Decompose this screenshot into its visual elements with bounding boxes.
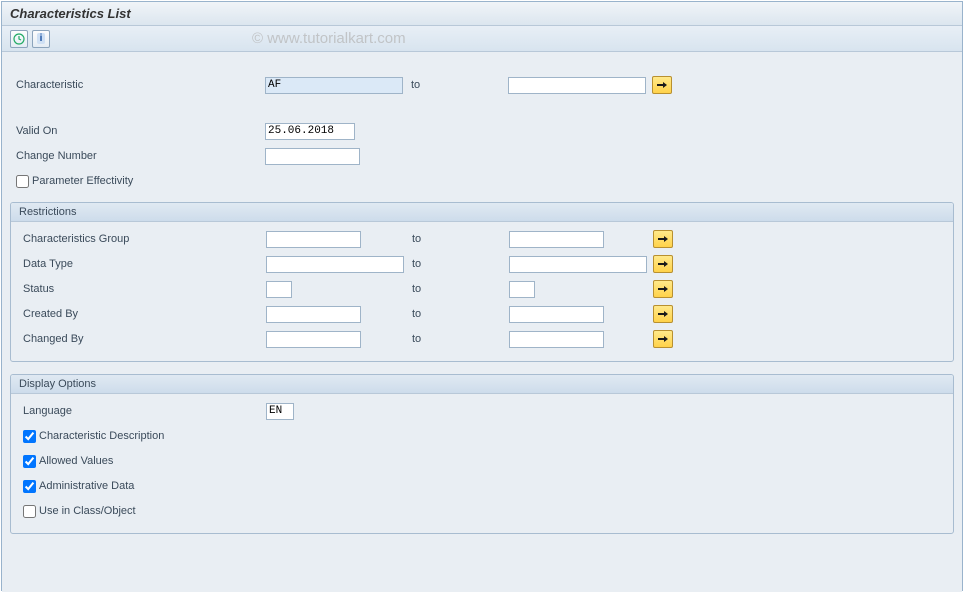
- title-bar: Characteristics List: [2, 2, 962, 26]
- parameter-effectivity-checkbox[interactable]: [16, 175, 29, 188]
- change-number-input[interactable]: [265, 148, 360, 165]
- restriction-from-input[interactable]: [266, 256, 404, 273]
- restriction-label: Data Type: [17, 256, 266, 272]
- restriction-multi-button[interactable]: [653, 255, 673, 273]
- restriction-label: Created By: [17, 306, 266, 322]
- display-option-label: Administrative Data: [39, 480, 134, 492]
- parameter-effectivity-cell: Parameter Effectivity: [10, 173, 265, 190]
- to-label: to: [403, 79, 508, 91]
- restrictions-group: Restrictions Characteristics GrouptoData…: [10, 202, 954, 362]
- display-option-cell: Allowed Values: [17, 453, 266, 470]
- restriction-from-input[interactable]: [266, 231, 361, 248]
- arrow-right-icon: [658, 235, 668, 243]
- parameter-effectivity-label: Parameter Effectivity: [32, 175, 133, 187]
- display-options-header: Display Options: [11, 375, 953, 394]
- label-valid-on: Valid On: [10, 123, 265, 139]
- clock-execute-icon: [13, 33, 25, 45]
- restriction-from-input[interactable]: [266, 281, 292, 298]
- execute-button[interactable]: [10, 30, 28, 48]
- restriction-label: Characteristics Group: [17, 231, 266, 247]
- row-language: Language: [17, 400, 947, 422]
- characteristic-to-input[interactable]: [508, 77, 646, 94]
- restriction-multi-button[interactable]: [653, 330, 673, 348]
- page-title: Characteristics List: [10, 6, 954, 21]
- restriction-to-input[interactable]: [509, 306, 604, 323]
- restriction-row: Changed By to: [17, 328, 947, 350]
- display-option-row: Characteristic Description: [17, 425, 947, 447]
- arrow-right-icon: [658, 310, 668, 318]
- selection-screen: Characteristic to Valid On Change Number…: [2, 52, 962, 592]
- display-option-label: Allowed Values: [39, 455, 113, 467]
- characteristic-from-input[interactable]: [265, 77, 403, 94]
- restriction-row: Characteristics Group to: [17, 228, 947, 250]
- restriction-row: Created By to: [17, 303, 947, 325]
- restriction-to-input[interactable]: [509, 256, 647, 273]
- restriction-from-input[interactable]: [266, 306, 361, 323]
- arrow-right-icon: [658, 260, 668, 268]
- toolbar: i © www.tutorialkart.com: [2, 26, 962, 52]
- arrow-right-icon: [658, 335, 668, 343]
- restriction-to-input[interactable]: [509, 231, 604, 248]
- characteristic-multi-button[interactable]: [652, 76, 672, 94]
- info-button[interactable]: i: [32, 30, 50, 48]
- row-change-number: Change Number: [10, 145, 954, 167]
- restriction-row: Status to: [17, 278, 947, 300]
- display-checkbox-list: Characteristic Description Allowed Values…: [17, 425, 947, 522]
- to-label: to: [404, 233, 509, 245]
- label-change-number: Change Number: [10, 148, 265, 164]
- restrictions-header: Restrictions: [11, 203, 953, 222]
- display-option-cell: Administrative Data: [17, 478, 266, 495]
- display-option-label: Characteristic Description: [39, 430, 164, 442]
- restriction-label: Changed By: [17, 331, 266, 347]
- restriction-multi-button[interactable]: [653, 230, 673, 248]
- restriction-to-input[interactable]: [509, 331, 604, 348]
- to-label: to: [404, 283, 509, 295]
- restriction-multi-button[interactable]: [653, 305, 673, 323]
- info-icon: i: [37, 33, 46, 44]
- valid-on-input[interactable]: [265, 123, 355, 140]
- app-window: Characteristics List i © www.tutorialkar…: [1, 1, 963, 591]
- to-label: to: [404, 333, 509, 345]
- display-option-cell: Characteristic Description: [17, 428, 266, 445]
- display-options-group: Display Options Language Characteristic …: [10, 374, 954, 534]
- row-parameter-effectivity: Parameter Effectivity: [10, 170, 954, 192]
- display-option-checkbox[interactable]: [23, 505, 36, 518]
- display-option-row: Allowed Values: [17, 450, 947, 472]
- restriction-label: Status: [17, 281, 266, 297]
- restriction-row: Data Type to: [17, 253, 947, 275]
- row-valid-on: Valid On: [10, 120, 954, 142]
- to-label: to: [404, 308, 509, 320]
- restriction-from-input[interactable]: [266, 331, 361, 348]
- arrow-right-icon: [657, 81, 667, 89]
- label-characteristic: Characteristic: [10, 77, 265, 93]
- display-option-row: Administrative Data: [17, 475, 947, 497]
- display-option-checkbox[interactable]: [23, 480, 36, 493]
- restriction-to-input[interactable]: [509, 281, 535, 298]
- to-label: to: [404, 258, 509, 270]
- language-input[interactable]: [266, 403, 294, 420]
- display-option-label: Use in Class/Object: [39, 505, 136, 517]
- row-characteristic: Characteristic to: [10, 74, 954, 96]
- restriction-multi-button[interactable]: [653, 280, 673, 298]
- restrictions-body: Characteristics GrouptoData TypetoStatus…: [11, 222, 953, 361]
- display-option-cell: Use in Class/Object: [17, 503, 266, 520]
- display-option-checkbox[interactable]: [23, 455, 36, 468]
- arrow-right-icon: [658, 285, 668, 293]
- display-option-row: Use in Class/Object: [17, 500, 947, 522]
- label-language: Language: [17, 403, 266, 419]
- display-options-body: Language Characteristic Description Allow…: [11, 394, 953, 533]
- display-option-checkbox[interactable]: [23, 430, 36, 443]
- watermark: © www.tutorialkart.com: [252, 30, 406, 47]
